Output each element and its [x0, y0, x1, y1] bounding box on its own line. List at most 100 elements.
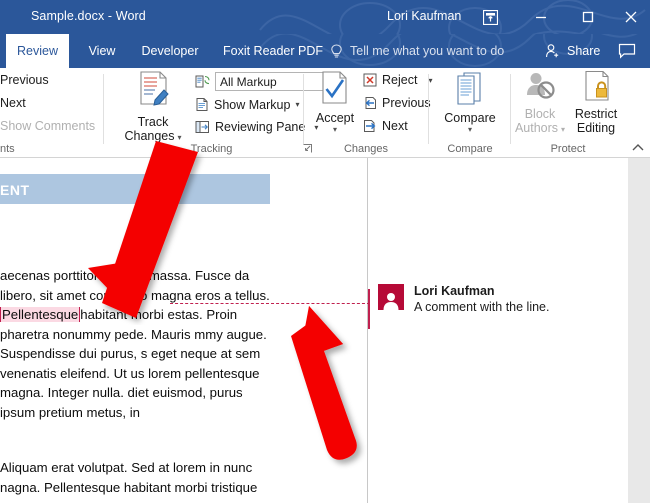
ribbon-display-options-icon[interactable] [470, 0, 510, 34]
changes-group-label: Changes [343, 143, 389, 155]
track-changes-label-line2: Changes [124, 129, 175, 143]
next-change-icon [364, 120, 376, 132]
reject-button[interactable]: Reject ▾ [363, 73, 432, 87]
document-paragraph-2[interactable]: Aliquam erat volutpat. Sed at lorem in n… [0, 458, 272, 497]
paragraph-1-pre-text: aecenas porttitor congue massa. Fusce da… [0, 268, 270, 303]
paragraph-2-text: Aliquam erat volutpat. Sed at lorem in n… [0, 460, 258, 495]
next-change-label: Next [382, 119, 408, 133]
previous-comment-label: Previous [0, 73, 49, 87]
close-icon[interactable] [612, 0, 650, 34]
ribbon-group-protect: Block Authors ▾ Restrict Editing Protect [512, 68, 630, 158]
accept-button[interactable]: Accept ▾ [309, 70, 361, 142]
group-divider [510, 74, 511, 144]
restrict-editing-icon [585, 70, 609, 101]
accept-icon [322, 71, 347, 104]
comment-text: A comment with the line. [414, 300, 550, 314]
show-comments-label: Show Comments [0, 119, 96, 133]
accept-label: Accept [315, 111, 355, 125]
show-markup-label: Show Markup [214, 97, 291, 112]
tab-view-label: View [88, 44, 116, 58]
block-authors-icon [527, 73, 555, 99]
reject-label: Reject [382, 73, 418, 87]
ribbon: Previous Next Show Comments nts Track Ch… [0, 68, 650, 158]
comment-bubble-icon[interactable] [612, 34, 642, 68]
restrict-editing-label-line1: Restrict [574, 107, 618, 121]
ribbon-group-changes: Accept ▾ Reject ▾ Previous Next Changes [305, 68, 432, 158]
page-right-margin-line [367, 158, 368, 503]
previous-change-button[interactable]: Previous [363, 96, 431, 110]
protect-group-label: Protect [550, 143, 586, 155]
maximize-icon[interactable] [568, 0, 608, 34]
word-window: Sample.docx - Word Lori Kaufman Review V… [0, 0, 650, 503]
ribbon-tab-strip: Review View Developer Foxit Reader PDF T… [0, 34, 650, 68]
document-heading-text: ENT [0, 182, 30, 198]
document-area[interactable]: ENT aecenas porttitor congue massa. Fusc… [0, 158, 650, 503]
group-divider [303, 74, 304, 144]
tab-review-label: Review [17, 44, 58, 58]
show-markup-button[interactable]: Show Markup ▾ [195, 97, 299, 112]
paragraph-1-post-text: habitant morbi estas. Proin pharetra non… [0, 307, 267, 420]
previous-change-label: Previous [382, 96, 431, 110]
comment-connector-line [170, 303, 370, 304]
tab-developer[interactable]: Developer [130, 34, 210, 68]
ribbon-group-tracking: Track Changes▾ All Markup ▾ [105, 68, 333, 158]
show-comments-button: Show Comments [0, 119, 95, 133]
account-name: Lori Kaufman [387, 9, 462, 23]
minimize-icon[interactable] [521, 0, 561, 34]
tab-foxit-reader-pdf[interactable]: Foxit Reader PDF [212, 34, 334, 68]
reviewing-pane-label: Reviewing Pane [215, 120, 306, 134]
document-title: Sample.docx - Word [31, 9, 146, 23]
reviewing-pane-button[interactable]: Reviewing Pane ▾ [195, 120, 318, 134]
group-divider [103, 74, 104, 144]
share-label: Share [567, 44, 601, 58]
tell-me-label: Tell me what you want to do [350, 44, 505, 58]
restrict-editing-label-line2: Editing [576, 121, 616, 135]
reviewing-pane-icon [195, 121, 209, 133]
tab-foxit-reader-pdf-label: Foxit Reader PDF [222, 44, 324, 58]
accept-caret-icon[interactable]: ▾ [309, 125, 361, 134]
compare-button[interactable]: Compare ▾ [438, 70, 502, 142]
track-changes-icon [140, 71, 169, 106]
compare-icon [457, 72, 481, 105]
comments-group-label: nts [0, 143, 15, 155]
track-changes-button[interactable]: Track Changes ▾ [117, 70, 189, 143]
commented-text-highlight[interactable]: Pellentesque [0, 307, 81, 322]
show-markup-icon [196, 98, 208, 111]
group-divider [428, 74, 429, 144]
ribbon-group-comments: Previous Next Show Comments nts [0, 68, 103, 158]
vertical-scrollbar[interactable] [628, 158, 650, 503]
compare-caret-icon[interactable]: ▾ [438, 125, 502, 134]
comment-author-name: Lori Kaufman [414, 284, 495, 298]
tell-me-search[interactable]: Tell me what you want to do [330, 34, 504, 68]
track-changes-caret-icon[interactable]: ▾ [178, 133, 182, 142]
show-markup-caret-icon: ▾ [295, 100, 300, 109]
document-page[interactable]: ENT aecenas porttitor congue massa. Fusc… [0, 158, 628, 503]
display-for-review-icon [195, 75, 210, 88]
block-authors-button: Block Authors ▾ [512, 70, 568, 142]
comment-anchor-bar [368, 289, 370, 329]
person-avatar-icon [378, 284, 404, 310]
compare-label: Compare [444, 111, 496, 125]
reject-icon [363, 73, 377, 87]
next-comment-label: Next [0, 96, 26, 110]
lightbulb-icon [331, 43, 342, 58]
chevron-up-icon[interactable] [630, 139, 646, 155]
tracking-group-label: Tracking [190, 143, 233, 155]
track-changes-label-line1: Track [137, 115, 169, 129]
previous-comment-button[interactable]: Previous [0, 73, 49, 87]
compare-group-label: Compare [447, 143, 493, 155]
title-bar: Sample.docx - Word Lori Kaufman [0, 0, 650, 34]
document-paragraph-1[interactable]: aecenas porttitor congue massa. Fusce da… [0, 266, 272, 422]
next-comment-button[interactable]: Next [0, 96, 26, 110]
restrict-editing-button[interactable]: Restrict Editing [568, 70, 624, 142]
tab-developer-label: Developer [141, 44, 199, 58]
previous-change-icon [365, 97, 376, 109]
next-change-button[interactable]: Next [363, 119, 408, 133]
document-heading-bar [0, 174, 270, 204]
block-authors-caret-icon: ▾ [561, 125, 566, 134]
person-add-icon [546, 44, 559, 58]
tab-view[interactable]: View [78, 34, 126, 68]
tab-review[interactable]: Review [6, 34, 69, 68]
block-authors-label-line1: Block [524, 107, 556, 121]
share-button[interactable]: Share [545, 34, 600, 68]
